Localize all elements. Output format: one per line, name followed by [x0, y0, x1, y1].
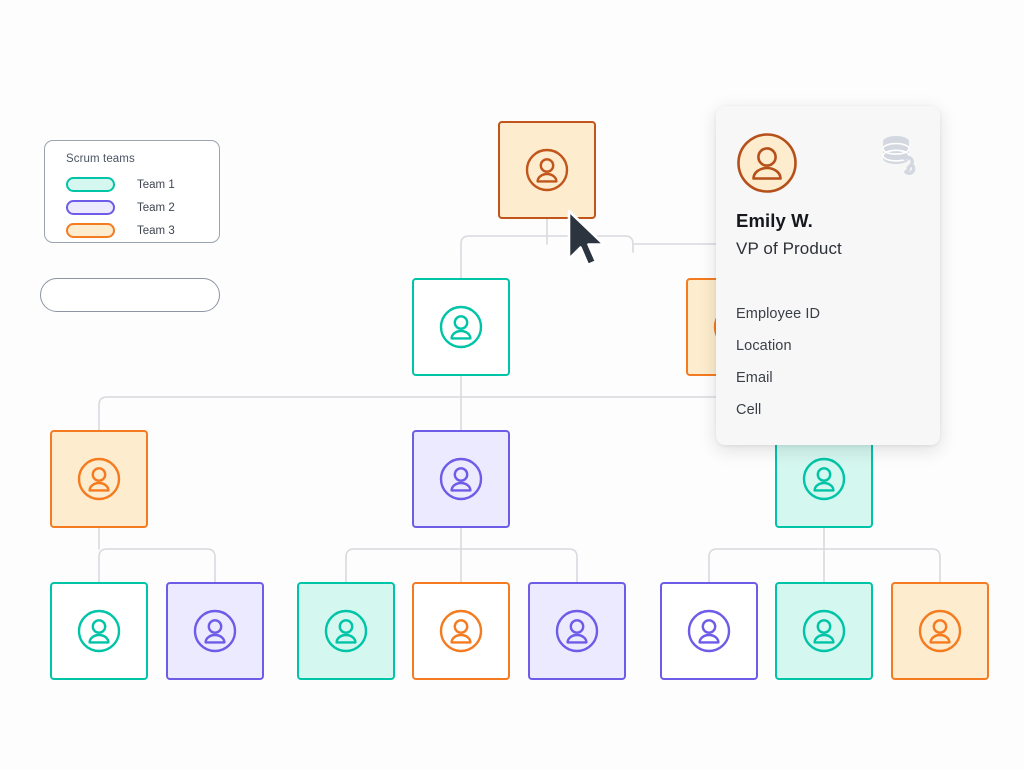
org-node-n10[interactable]: [528, 582, 626, 680]
legend-label-team-2: Team 2: [137, 202, 175, 214]
org-node-n13[interactable]: [891, 582, 989, 680]
legend-panel: Scrum teams Team 1 Team 2 Team 3: [44, 140, 220, 243]
card-person-role: VP of Product: [736, 239, 842, 259]
person-icon: [193, 609, 237, 653]
org-node-n8[interactable]: [297, 582, 395, 680]
person-icon: [439, 305, 483, 349]
search-input[interactable]: [40, 278, 220, 312]
person-icon: [687, 609, 731, 653]
person-icon: [77, 457, 121, 501]
person-icon: [77, 609, 121, 653]
card-field-employee-id: Employee ID: [736, 306, 820, 322]
legend-swatch-team-1: [66, 177, 115, 192]
legend-label-team-3: Team 3: [137, 225, 175, 237]
card-person-name: Emily W.: [736, 210, 813, 232]
org-node-n11[interactable]: [660, 582, 758, 680]
org-node-n7[interactable]: [166, 582, 264, 680]
org-node-root[interactable]: [498, 121, 596, 219]
person-icon: [439, 457, 483, 501]
card-field-list: Employee ID Location Email Cell: [736, 306, 820, 434]
legend-title: Scrum teams: [66, 153, 219, 165]
legend-item-team-2[interactable]: Team 2: [66, 197, 219, 218]
org-node-n4[interactable]: [412, 430, 510, 528]
person-icon: [802, 609, 846, 653]
person-icon: [802, 457, 846, 501]
person-icon: [439, 609, 483, 653]
org-chart-canvas: Scrum teams Team 1 Team 2 Team 3: [0, 0, 1024, 769]
legend-item-team-1[interactable]: Team 1: [66, 174, 219, 195]
legend-swatch-team-3: [66, 223, 115, 238]
database-link-icon[interactable]: [878, 134, 922, 181]
card-field-cell: Cell: [736, 402, 820, 418]
person-icon: [555, 609, 599, 653]
person-icon: [324, 609, 368, 653]
org-node-n1[interactable]: [412, 278, 510, 376]
card-avatar-icon: [736, 132, 798, 199]
card-field-email: Email: [736, 370, 820, 386]
legend-swatch-team-2: [66, 200, 115, 215]
legend-label-team-1: Team 1: [137, 179, 175, 191]
org-node-n9[interactable]: [412, 582, 510, 680]
org-node-n6[interactable]: [50, 582, 148, 680]
org-node-n3[interactable]: [50, 430, 148, 528]
legend-item-team-3[interactable]: Team 3: [66, 220, 219, 241]
person-icon: [525, 148, 569, 192]
person-detail-card[interactable]: Emily W. VP of Product Employee ID Locat…: [716, 106, 940, 445]
card-field-location: Location: [736, 338, 820, 354]
org-node-n12[interactable]: [775, 582, 873, 680]
person-icon: [918, 609, 962, 653]
